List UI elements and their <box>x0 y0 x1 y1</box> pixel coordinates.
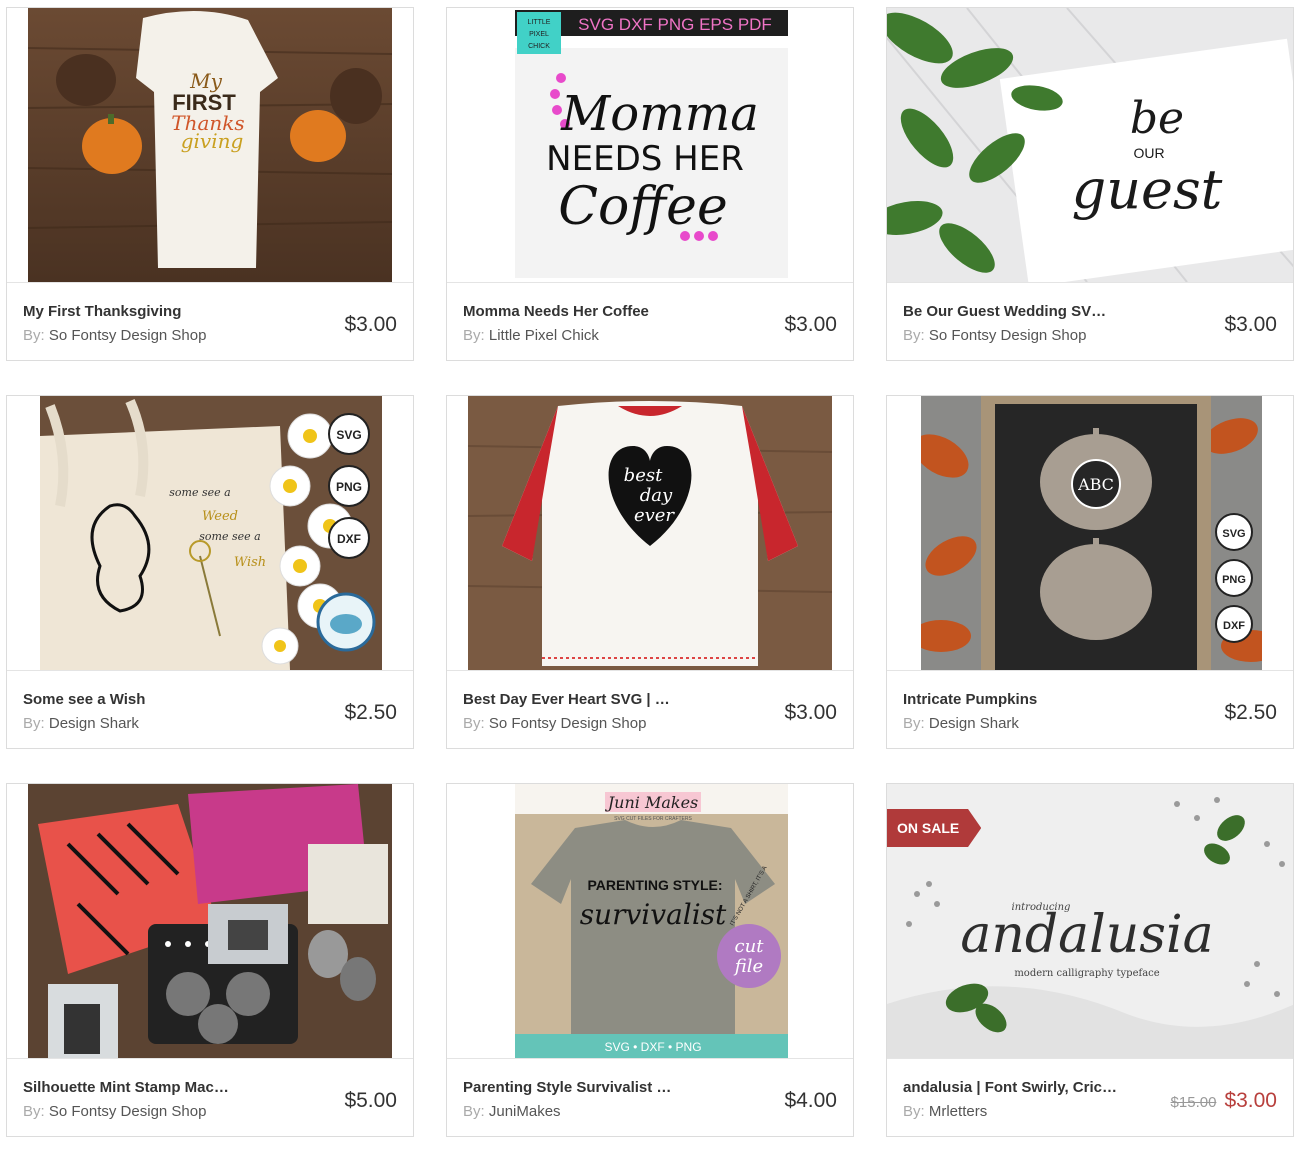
on-sale-badge: ON SALE <box>887 809 982 847</box>
image-text: NEEDS HER <box>546 139 744 179</box>
image-text: Juni Makes <box>605 793 699 812</box>
product-thumbnail[interactable]: Juni Makes SVG CUT FILES FOR CRAFTERS PA… <box>447 784 853 1059</box>
image-text: ever <box>634 505 675 526</box>
by-label: By: <box>463 715 485 732</box>
image-text: DXF <box>337 532 361 546</box>
author-name[interactable]: So Fontsy Design Shop <box>49 1103 207 1120</box>
image-text: modern calligraphy typeface <box>1014 968 1159 979</box>
product-price: $3.00 <box>344 313 397 336</box>
product-title[interactable]: Momma Needs Her Coffee <box>463 303 693 320</box>
product-price: $2.50 <box>344 701 397 724</box>
image-text: Coffee <box>558 177 727 237</box>
image-text: LITTLE <box>528 19 551 26</box>
image-text: day <box>640 485 673 506</box>
image-text: survivalist <box>580 898 727 931</box>
by-label: By: <box>23 715 45 732</box>
product-price: $3.00 <box>784 701 837 724</box>
product-price: $15.00 $3.00 <box>1171 1089 1277 1113</box>
image-text: CHICK <box>528 43 550 50</box>
product-card[interactable]: introducing andalusia modern calligraphy… <box>886 783 1294 1137</box>
sale-price: $3.00 <box>1224 1089 1277 1112</box>
image-text: best <box>624 465 663 486</box>
image-text: cut <box>735 936 765 957</box>
product-author[interactable]: By: Little Pixel Chick <box>463 327 599 344</box>
product-price: $4.00 <box>784 1089 837 1112</box>
by-label: By: <box>463 1103 485 1120</box>
product-card[interactable]: Silhouette Mint Stamp Mac… By: So Fontsy… <box>6 783 414 1137</box>
product-card[interactable]: be OUR guest Be Our Guest Wedding SV… By… <box>886 7 1294 361</box>
image-text: Wish <box>234 555 266 570</box>
by-label: By: <box>23 1103 45 1120</box>
product-title[interactable]: Parenting Style Survivalist … <box>463 1079 693 1096</box>
product-thumbnail[interactable]: ABC SVG PNG DXF <box>887 396 1293 671</box>
image-text: andalusia <box>960 905 1213 965</box>
by-label: By: <box>903 327 925 344</box>
image-text: guest <box>1072 158 1223 221</box>
product-thumbnail[interactable]: best day ever <box>447 396 853 671</box>
product-price: $5.00 <box>344 1089 397 1112</box>
product-title[interactable]: Some see a Wish <box>23 691 253 708</box>
image-text: PNG <box>336 480 362 494</box>
product-author[interactable]: By: So Fontsy Design Shop <box>23 1103 206 1120</box>
product-title[interactable]: Intricate Pumpkins <box>903 691 1133 708</box>
author-name[interactable]: So Fontsy Design Shop <box>929 327 1087 344</box>
by-label: By: <box>903 1103 925 1120</box>
image-text: be <box>1130 93 1184 144</box>
product-card[interactable]: best day ever Best Day Ever Heart SVG | … <box>446 395 854 749</box>
image-text: some see a <box>169 486 230 499</box>
product-card[interactable]: ABC SVG PNG DXF Intricate Pumpkins By: D… <box>886 395 1294 749</box>
product-thumbnail[interactable] <box>7 784 413 1059</box>
image-text: SVG • DXF • PNG <box>604 1040 701 1054</box>
product-price: $3.00 <box>784 313 837 336</box>
product-thumbnail[interactable]: My FIRST Thanks giving <box>7 8 413 283</box>
author-name[interactable]: JuniMakes <box>489 1103 561 1120</box>
product-card[interactable]: some see a Weed some see a Wish SVG PNG … <box>6 395 414 749</box>
by-label: By: <box>463 327 485 344</box>
product-price: $2.50 <box>1224 701 1277 724</box>
image-text: PIXEL <box>529 31 549 38</box>
product-price: $3.00 <box>1224 313 1277 336</box>
image-text: DXF <box>1223 620 1245 632</box>
product-thumbnail[interactable]: some see a Weed some see a Wish SVG PNG … <box>7 396 413 671</box>
image-text: SVG <box>336 428 361 442</box>
image-text: PARENTING STYLE: <box>587 877 722 893</box>
image-text: SVG <box>1222 528 1245 540</box>
product-card[interactable]: SVG DXF PNG EPS PDF LITTLE PIXEL CHICK M… <box>446 7 854 361</box>
product-title[interactable]: andalusia | Font Swirly, Cric… <box>903 1079 1133 1096</box>
product-author[interactable]: By: Mrletters <box>903 1103 987 1120</box>
image-text: ABC <box>1077 475 1114 494</box>
by-label: By: <box>23 327 45 344</box>
author-name[interactable]: Mrletters <box>929 1103 987 1120</box>
author-name[interactable]: Design Shark <box>49 715 139 732</box>
image-text: giving <box>181 129 244 153</box>
by-label: By: <box>903 715 925 732</box>
product-author[interactable]: By: Design Shark <box>903 715 1019 732</box>
image-text: Momma <box>560 86 759 142</box>
original-price: $15.00 <box>1170 1094 1217 1111</box>
product-card[interactable]: My FIRST Thanks giving My First Thanksgi… <box>6 7 414 361</box>
product-thumbnail[interactable]: SVG DXF PNG EPS PDF LITTLE PIXEL CHICK M… <box>447 8 853 283</box>
product-title[interactable]: Best Day Ever Heart SVG | … <box>463 691 693 708</box>
author-name[interactable]: So Fontsy Design Shop <box>489 715 647 732</box>
product-title[interactable]: Be Our Guest Wedding SV… <box>903 303 1133 320</box>
product-thumbnail[interactable]: introducing andalusia modern calligraphy… <box>887 784 1293 1059</box>
product-author[interactable]: By: So Fontsy Design Shop <box>463 715 646 732</box>
image-text: PNG <box>1222 574 1246 586</box>
product-author[interactable]: By: So Fontsy Design Shop <box>23 327 206 344</box>
product-title[interactable]: My First Thanksgiving <box>23 303 253 320</box>
product-author[interactable]: By: Design Shark <box>23 715 139 732</box>
author-name[interactable]: Design Shark <box>929 715 1019 732</box>
author-name[interactable]: So Fontsy Design Shop <box>49 327 207 344</box>
image-text: Weed <box>202 509 238 524</box>
author-name[interactable]: Little Pixel Chick <box>489 327 599 344</box>
product-thumbnail[interactable]: be OUR guest <box>887 8 1293 283</box>
product-title[interactable]: Silhouette Mint Stamp Mac… <box>23 1079 253 1096</box>
image-text: file <box>733 956 763 977</box>
image-text: some see a <box>199 530 260 543</box>
product-card[interactable]: Juni Makes SVG CUT FILES FOR CRAFTERS PA… <box>446 783 854 1137</box>
image-text: SVG DXF PNG EPS PDF <box>578 15 772 34</box>
product-author[interactable]: By: So Fontsy Design Shop <box>903 327 1086 344</box>
product-author[interactable]: By: JuniMakes <box>463 1103 561 1120</box>
